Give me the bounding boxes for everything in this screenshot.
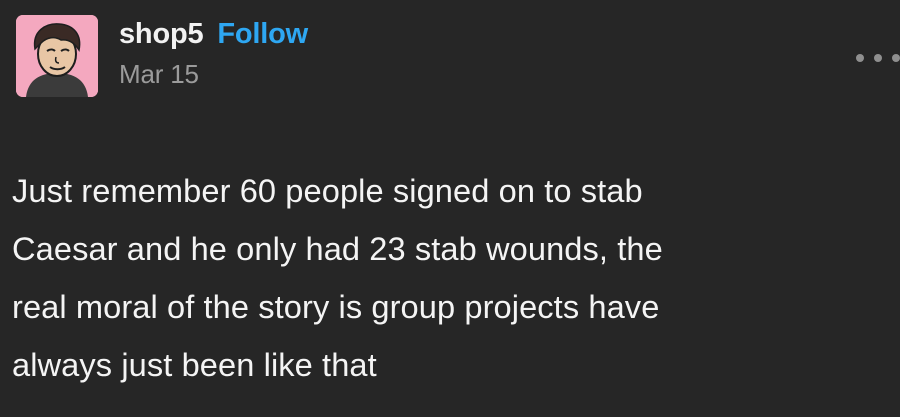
more-dot xyxy=(856,54,864,62)
more-horizontal-icon[interactable] xyxy=(856,48,900,68)
username-link[interactable]: shop5 xyxy=(119,18,204,51)
post-date: Mar 15 xyxy=(119,59,199,89)
post-card: shop5 Follow Mar 15 Just remember 60 peo… xyxy=(0,0,900,417)
post-body-line: Caesar and he only had 23 stab wounds, t… xyxy=(12,230,663,267)
follow-button[interactable]: Follow xyxy=(217,18,308,51)
post-body-line: always just been like that xyxy=(12,346,377,383)
more-dot xyxy=(874,54,882,62)
avatar[interactable] xyxy=(16,15,98,97)
name-row: shop5 Follow xyxy=(119,18,308,56)
avatar-illustration-icon xyxy=(16,15,98,97)
post-body-line: real moral of the story is group project… xyxy=(12,288,660,325)
post-meta: shop5 Follow Mar 15 xyxy=(119,18,308,90)
post-body: Just remember 60 people signed on to sta… xyxy=(12,162,872,394)
more-dot xyxy=(892,54,900,62)
post-header: shop5 Follow Mar 15 xyxy=(16,15,308,97)
post-body-line: Just remember 60 people signed on to sta… xyxy=(12,172,643,209)
